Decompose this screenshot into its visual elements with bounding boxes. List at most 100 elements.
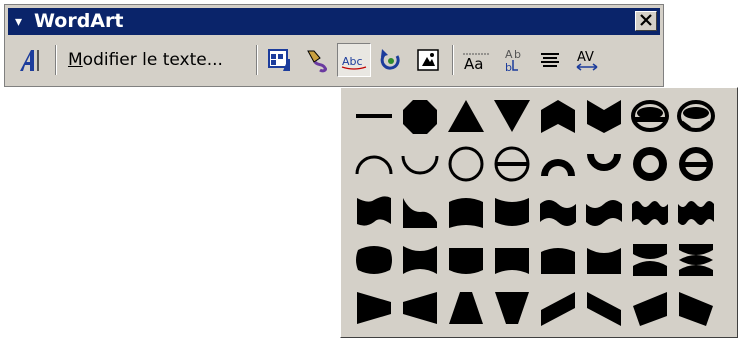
text-wrapping-icon — [417, 49, 439, 71]
shape-option-plain-text[interactable] — [351, 93, 397, 139]
shape-option-deflate-inflate[interactable] — [627, 237, 673, 283]
deflate-icon — [403, 246, 437, 274]
shape-option-cascade-down[interactable] — [673, 285, 719, 331]
circle-curve-icon — [448, 146, 484, 182]
inflate-icon — [356, 246, 392, 274]
shape-option-cascade-up[interactable] — [627, 285, 673, 331]
wave-2-icon — [586, 200, 622, 226]
shape-grid — [351, 93, 731, 333]
shape-option-arch-up-pour[interactable] — [535, 141, 581, 187]
button-curve-icon — [494, 146, 530, 182]
shape-option-inflate-top[interactable] — [535, 237, 581, 283]
cascade-up-icon — [633, 292, 667, 326]
svg-text:Abc: Abc — [342, 55, 363, 68]
shape-option-inflate-bottom[interactable] — [443, 237, 489, 283]
insert-wordart-icon — [20, 50, 39, 71]
shape-option-wave-2[interactable] — [581, 189, 627, 235]
slant-up-icon — [541, 292, 575, 326]
shape-option-button-pour[interactable] — [673, 141, 719, 187]
shape-option-arch-down-pour[interactable] — [581, 141, 627, 187]
shape-option-ring-inside[interactable] — [627, 93, 673, 139]
shape-option-curve-down[interactable] — [397, 189, 443, 235]
toolbar-title-bar[interactable]: ▾ WordArt — [8, 8, 660, 35]
fade-down-icon — [495, 292, 529, 324]
shape-option-button-curve[interactable] — [489, 141, 535, 187]
shape-option-ring-outside[interactable] — [673, 93, 719, 139]
shape-option-fade-right[interactable] — [351, 285, 397, 331]
shape-option-deflate-top[interactable] — [581, 237, 627, 283]
wave-1-icon — [540, 200, 576, 226]
vertical-text-button[interactable]: A b b — [496, 43, 530, 77]
cascade-down-icon — [679, 292, 713, 326]
shape-option-circle-curve[interactable] — [443, 141, 489, 187]
shape-option-curve-up[interactable] — [351, 189, 397, 235]
curve-up-icon — [357, 196, 391, 226]
close-icon — [640, 14, 652, 26]
format-wordart-button[interactable] — [300, 43, 334, 77]
deflate-bottom-icon — [495, 248, 529, 274]
shape-option-triangle-up[interactable] — [443, 93, 489, 139]
shape-option-double-wave-1[interactable] — [627, 189, 673, 235]
wordart-shape-button[interactable]: Abc — [337, 43, 371, 77]
toolbar-options-arrow-icon[interactable]: ▾ — [15, 14, 22, 30]
alignment-button[interactable] — [533, 43, 567, 77]
double-wave-2-icon — [678, 201, 714, 225]
shape-option-can-down[interactable] — [489, 189, 535, 235]
shape-option-triangle-down[interactable] — [489, 93, 535, 139]
character-spacing-icon: AV — [576, 50, 598, 71]
insert-wordart-button[interactable] — [14, 43, 48, 77]
alignment-icon — [541, 53, 559, 67]
edit-text-label: Modifier le texte... — [68, 50, 223, 70]
double-wave-1-icon — [632, 201, 668, 225]
ring-inside-icon — [631, 100, 669, 132]
shape-option-inflate[interactable] — [351, 237, 397, 283]
same-letter-heights-icon: Aa — [463, 53, 489, 73]
inflate-bottom-icon — [449, 248, 483, 274]
toolbar-buttons-row: Modifier le texte... Abc Aa A b b AV — [8, 39, 660, 83]
shape-option-chevron-down[interactable] — [581, 93, 627, 139]
shape-option-stop[interactable] — [397, 93, 443, 139]
shape-option-arch-up-curve[interactable] — [351, 141, 397, 187]
arch-up-pour-icon — [541, 159, 575, 176]
shape-option-deflate-bottom[interactable] — [489, 237, 535, 283]
deflate-inflate-deflate-icon — [679, 244, 713, 276]
fade-right-icon — [357, 292, 391, 324]
shape-option-fade-left[interactable] — [397, 285, 443, 331]
arch-down-curve-icon — [401, 155, 439, 175]
vertical-text-icon: A b b — [505, 48, 521, 74]
free-rotate-icon — [380, 49, 400, 70]
separator — [55, 45, 57, 75]
close-button[interactable] — [635, 11, 657, 31]
shape-option-can-up[interactable] — [443, 189, 489, 235]
button-pour-icon — [679, 147, 713, 181]
edit-text-rest: odifier le texte... — [82, 50, 223, 70]
arch-up-curve-icon — [355, 155, 393, 175]
shape-option-deflate[interactable] — [397, 237, 443, 283]
shape-option-fade-down[interactable] — [489, 285, 535, 331]
shape-option-double-wave-2[interactable] — [673, 189, 719, 235]
text-wrapping-button[interactable] — [411, 43, 445, 77]
arch-down-pour-icon — [587, 154, 621, 171]
svg-text:A: A — [505, 48, 513, 61]
shape-option-slant-up[interactable] — [535, 285, 581, 331]
shape-option-deflate-inflate-deflate[interactable] — [673, 237, 719, 283]
circle-pour-icon — [633, 147, 667, 181]
shape-option-wave-1[interactable] — [535, 189, 581, 235]
shape-option-fade-up[interactable] — [443, 285, 489, 331]
wordart-toolbar: ▾ WordArt Modifier le texte... Abc Aa A … — [4, 4, 664, 87]
wordart-shape-palette — [340, 87, 738, 338]
shape-option-slant-down[interactable] — [581, 285, 627, 331]
free-rotate-button[interactable] — [374, 43, 408, 77]
svg-text:b: b — [505, 61, 512, 74]
edit-text-button[interactable]: Modifier le texte... — [62, 43, 250, 77]
format-wordart-icon — [307, 50, 327, 73]
character-spacing-button[interactable]: AV — [570, 43, 604, 77]
can-down-icon — [495, 198, 529, 226]
edit-text-mnemonic: M — [68, 50, 83, 70]
shape-option-circle-pour[interactable] — [627, 141, 673, 187]
shape-option-chevron-up[interactable] — [535, 93, 581, 139]
shape-option-arch-down-curve[interactable] — [397, 141, 443, 187]
same-letter-heights-button[interactable]: Aa — [459, 43, 493, 77]
plain-text-icon — [356, 114, 392, 118]
wordart-gallery-button[interactable] — [263, 43, 297, 77]
